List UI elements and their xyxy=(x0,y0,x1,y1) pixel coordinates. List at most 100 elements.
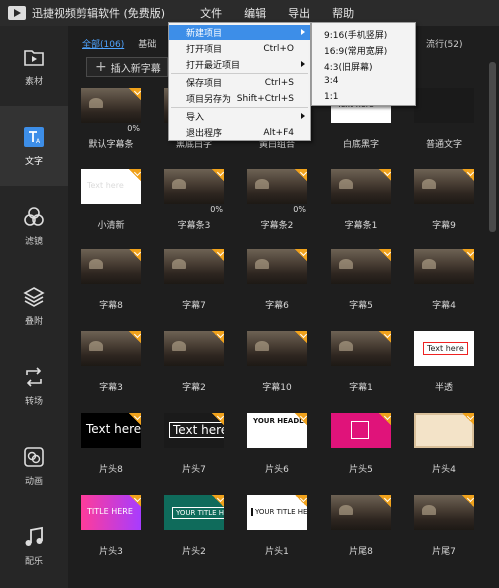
template-tile[interactable]: 字幕5 xyxy=(331,249,391,329)
menu-item-open-recent[interactable]: 打开最近项目 xyxy=(169,57,310,72)
template-label: 片头7 xyxy=(182,465,206,475)
sidebar-item-transition[interactable]: 转场 xyxy=(0,346,68,426)
download-icon[interactable] xyxy=(462,169,474,181)
menu-item-label: 打开项目 xyxy=(186,45,223,55)
download-icon[interactable] xyxy=(212,249,224,261)
download-icon[interactable] xyxy=(212,331,224,343)
sidebar-item-animation[interactable]: 动画 xyxy=(0,426,68,506)
menu-export[interactable]: 导出 xyxy=(277,5,321,21)
download-icon[interactable] xyxy=(129,249,141,261)
template-tile[interactable]: 字幕9 xyxy=(414,169,474,249)
submenu-item-1-1[interactable]: 1:1 xyxy=(324,92,338,102)
download-progress: 0% xyxy=(293,205,306,214)
template-tile[interactable]: 字幕2 xyxy=(164,331,224,411)
menu-item-exit[interactable]: 退出程序 Alt+F4 xyxy=(169,125,310,140)
scrollbar[interactable] xyxy=(489,62,496,232)
download-icon[interactable] xyxy=(129,88,141,100)
download-icon[interactable] xyxy=(295,249,307,261)
download-icon[interactable] xyxy=(212,169,224,181)
template-label: 字幕9 xyxy=(432,221,456,231)
menu-item-save-project[interactable]: 保存项目 Ctrl+S xyxy=(169,75,310,90)
sidebar-label-music: 配乐 xyxy=(24,556,43,567)
download-icon[interactable] xyxy=(295,331,307,343)
sidebar-item-overlay[interactable]: 叠附 xyxy=(0,266,68,346)
template-tile[interactable]: 0% 默认字幕条 xyxy=(81,88,141,168)
template-tile[interactable]: 片尾7 xyxy=(414,495,474,575)
template-tile[interactable]: 字幕7 xyxy=(164,249,224,329)
thumbnail-overlay-text: YOUR TITLE HERE xyxy=(251,508,307,516)
template-tile[interactable]: 片头5 xyxy=(331,413,391,493)
sidebar-item-filter[interactable]: 滤镜 xyxy=(0,186,68,266)
template-tile[interactable]: YOUR HEADLINE HERE片头6 xyxy=(247,413,307,493)
menu-item-save-as[interactable]: 项目另存为 Shift+Ctrl+S xyxy=(169,91,310,106)
submenu-arrow-icon xyxy=(301,61,305,67)
submenu-item-16-9[interactable]: 16:9(常用宽屏) xyxy=(324,44,387,57)
submenu-item-9-16[interactable]: 9:16(手机竖屏) xyxy=(324,28,387,41)
template-tile[interactable]: 字幕条1 xyxy=(331,169,391,249)
download-icon[interactable] xyxy=(379,169,391,181)
insert-subtitle-button[interactable]: + 插入新字幕 xyxy=(86,57,168,77)
thumbnail-overlay-text: Text here xyxy=(423,342,468,355)
menu-edit[interactable]: 编辑 xyxy=(233,5,277,21)
download-icon[interactable] xyxy=(379,249,391,261)
menu-item-import[interactable]: 导入 xyxy=(169,109,310,124)
template-label: 字幕8 xyxy=(99,301,123,311)
download-icon[interactable] xyxy=(295,169,307,181)
download-icon[interactable] xyxy=(379,331,391,343)
template-tile[interactable]: 普通文字 xyxy=(414,88,474,168)
download-icon[interactable] xyxy=(462,249,474,261)
template-tile[interactable]: Text here 片头7 xyxy=(164,413,224,493)
menu-help[interactable]: 帮助 xyxy=(321,5,365,21)
template-tile[interactable]: 0% 字幕条3 xyxy=(164,169,224,249)
app-title: 迅捷视频剪辑软件 (免费版) xyxy=(32,7,166,20)
template-tile[interactable]: 字幕10 xyxy=(247,331,307,411)
animation-icon xyxy=(24,446,44,467)
thumbnail-overlay-text: Text here xyxy=(87,181,124,190)
template-tile[interactable]: 片头4 xyxy=(414,413,474,493)
menu-item-open-project[interactable]: 打开项目 Ctrl+O xyxy=(169,41,310,56)
template-tile[interactable]: 字幕6 xyxy=(247,249,307,329)
submenu-item-4-3[interactable]: 4:3(旧屏幕) xyxy=(324,60,373,73)
download-icon[interactable] xyxy=(212,413,224,425)
sidebar-item-music[interactable]: 配乐 xyxy=(0,506,68,586)
menu-file[interactable]: 文件 xyxy=(189,5,233,21)
template-tile[interactable]: Text here 半透 xyxy=(414,331,474,411)
menu-item-new-project[interactable]: 新建项目 xyxy=(169,25,310,40)
template-tile[interactable]: 片尾8 xyxy=(331,495,391,575)
text-icon: A xyxy=(24,126,44,147)
template-tile[interactable]: 字幕4 xyxy=(414,249,474,329)
tab-all[interactable]: 全部(106) xyxy=(82,37,124,50)
template-tile[interactable]: Text here 小清新 xyxy=(81,169,141,249)
sidebar-item-text[interactable]: A 文字 xyxy=(0,106,68,186)
tab-popular[interactable]: 流行(52) xyxy=(426,37,462,50)
sidebar-label-overlay: 叠附 xyxy=(24,316,43,327)
template-tile[interactable]: YOUR TITLE HERE 片头1 xyxy=(247,495,307,575)
template-tile[interactable]: Text here 片头8 xyxy=(81,413,141,493)
template-label: 字幕6 xyxy=(265,301,289,311)
download-icon[interactable] xyxy=(462,413,474,425)
template-tile[interactable]: TITLE HERE 片头3 xyxy=(81,495,141,575)
menu-bar: 文件 编辑 导出 帮助 xyxy=(189,5,365,21)
template-label: 片头1 xyxy=(265,547,289,557)
template-label: 半透 xyxy=(434,383,453,393)
download-icon[interactable] xyxy=(295,495,307,507)
template-label: 片尾8 xyxy=(349,547,373,557)
download-icon[interactable] xyxy=(129,331,141,343)
download-icon[interactable] xyxy=(129,413,141,425)
template-thumbnail xyxy=(414,88,474,123)
sidebar-item-media[interactable]: 素材 xyxy=(0,26,68,106)
download-icon[interactable] xyxy=(212,495,224,507)
submenu-item-3-4[interactable]: 3:4 xyxy=(324,76,338,86)
template-tile[interactable]: YOUR TITLE HERE 片头2 xyxy=(164,495,224,575)
download-icon[interactable] xyxy=(129,495,141,507)
template-tile[interactable]: 0% 字幕条2 xyxy=(247,169,307,249)
download-icon[interactable] xyxy=(129,169,141,181)
download-icon[interactable] xyxy=(379,495,391,507)
template-tile[interactable]: 字幕1 xyxy=(331,331,391,411)
download-icon[interactable] xyxy=(295,413,307,425)
download-icon[interactable] xyxy=(462,495,474,507)
template-tile[interactable]: 字幕8 xyxy=(81,249,141,329)
tab-basic[interactable]: 基础 xyxy=(138,37,156,50)
template-tile[interactable]: 字幕3 xyxy=(81,331,141,411)
download-icon[interactable] xyxy=(379,413,391,425)
